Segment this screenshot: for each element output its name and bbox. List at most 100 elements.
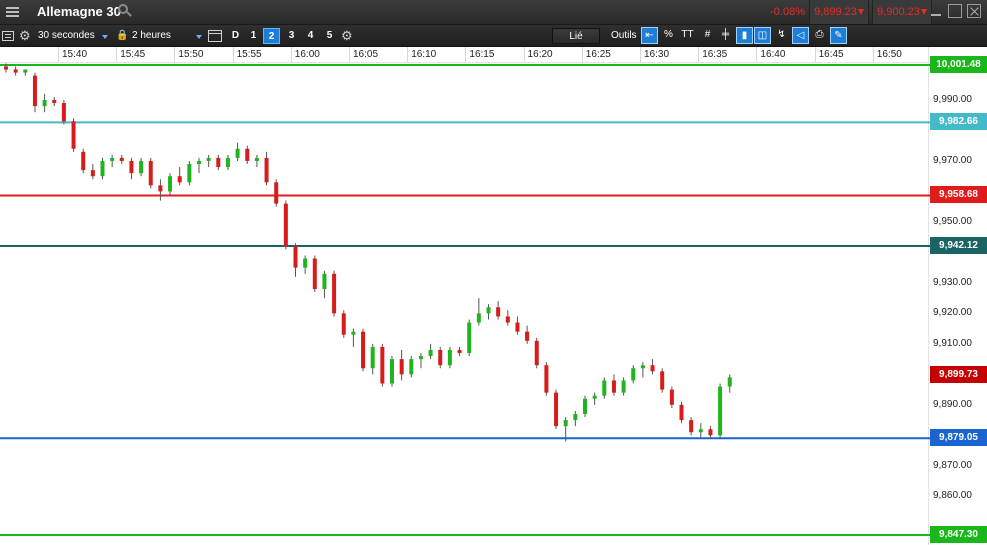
print-icon[interactable]: ⎙ — [811, 27, 828, 44]
page-button-5[interactable]: 5 — [321, 28, 338, 44]
candle-body — [631, 368, 636, 381]
calendar-icon[interactable] — [208, 30, 222, 42]
period-day-button[interactable]: D — [227, 28, 244, 44]
label-icon[interactable]: ◁ — [792, 27, 809, 44]
candle-body — [660, 371, 665, 390]
lock-icon[interactable]: 🔒 — [116, 28, 128, 44]
page-button-1[interactable]: 1 — [245, 28, 262, 44]
price-level-tag[interactable]: 9,899.73 — [930, 366, 987, 384]
price-level-tag[interactable]: 10,001.48 — [930, 56, 987, 73]
time-gridline — [407, 47, 409, 62]
buy-price-button[interactable]: 9,900.23 — [872, 0, 932, 24]
candle-body — [727, 377, 732, 387]
chevron-down-icon — [196, 35, 202, 39]
candle-body — [457, 349, 462, 354]
time-tick-label: 16:35 — [702, 49, 728, 60]
text-tool-button[interactable]: TT — [679, 27, 696, 44]
hamburger-menu-icon[interactable] — [3, 3, 22, 21]
time-gridline — [232, 47, 234, 62]
percent-button[interactable]: % — [660, 27, 677, 44]
change-percent: -0.08% — [770, 6, 805, 18]
time-gridline — [523, 47, 525, 62]
minimize-icon[interactable] — [929, 4, 943, 18]
sell-price-button[interactable]: 9,899.23 — [809, 0, 869, 24]
candle-body — [129, 160, 134, 174]
candle-body — [698, 429, 703, 433]
candlestick-icon[interactable]: ▮ — [736, 27, 753, 44]
candlestick-chart[interactable] — [0, 63, 987, 545]
time-gridline — [290, 47, 292, 62]
time-tick-label: 16:05 — [353, 49, 379, 60]
search-icon[interactable] — [118, 4, 132, 18]
candle-body — [168, 176, 173, 192]
price-level-tag[interactable]: 9,879.05 — [930, 429, 987, 447]
candle-body — [438, 349, 443, 366]
candle-body — [592, 395, 597, 399]
time-tick-label: 16:00 — [294, 49, 320, 60]
page-button-4[interactable]: 4 — [302, 28, 319, 44]
page-button-2[interactable]: 2 — [263, 28, 280, 44]
time-tick-label: 15:50 — [178, 49, 204, 60]
buy-price: 9,900.23 — [877, 6, 920, 18]
indicators-icon[interactable]: ↯ — [773, 27, 790, 44]
arrow-down-icon — [857, 9, 864, 16]
range-value: 2 heures — [132, 30, 171, 41]
candle-body — [52, 99, 57, 104]
linked-button[interactable]: Lié — [552, 28, 600, 44]
draw-lines-icon[interactable]: ╪ — [717, 27, 734, 44]
candle-body — [496, 307, 501, 317]
compare-icon[interactable]: ◫ — [754, 27, 771, 44]
price-tick-label: 9,970.00 — [933, 154, 972, 166]
candle-body — [505, 316, 510, 323]
candle-body — [708, 429, 713, 436]
candle-body — [689, 420, 694, 433]
maximize-icon[interactable] — [948, 4, 962, 18]
instrument-title: Allemagne 30 — [37, 4, 121, 19]
sell-price: 9,899.23 — [814, 6, 857, 18]
time-gridline — [581, 47, 583, 62]
range-select[interactable]: 2 heures — [132, 28, 204, 44]
price-level-tag[interactable]: 9,982.66 — [930, 113, 987, 131]
crosshair-mode-icon[interactable]: ⇤ — [641, 27, 658, 44]
candle-body — [351, 331, 356, 335]
time-gridline — [814, 47, 816, 62]
candle-body — [303, 258, 308, 268]
time-tick-label: 16:50 — [876, 49, 902, 60]
title-bar: Allemagne 30 -0.08% 9,899.23 9,900.23 — [0, 0, 987, 25]
candle-body — [544, 365, 549, 393]
chart-settings-gear-icon[interactable]: ⚙ — [341, 28, 355, 44]
candle-body — [42, 99, 47, 107]
candle-body — [370, 346, 375, 369]
candle-body — [32, 75, 37, 107]
price-level-tag[interactable]: 9,942.12 — [930, 236, 987, 254]
list-icon[interactable] — [2, 31, 14, 41]
close-icon[interactable] — [967, 4, 981, 18]
candle-body — [81, 151, 86, 171]
tools-label: Outils — [611, 30, 637, 41]
time-gridline — [698, 47, 700, 62]
candle-body — [148, 160, 153, 186]
chart-config-icon[interactable]: ✎ — [830, 27, 847, 44]
price-tick-label: 9,950.00 — [933, 215, 972, 227]
candle-body — [71, 121, 76, 149]
time-gridline — [58, 47, 59, 62]
candle-body — [418, 356, 423, 360]
candle-body — [293, 246, 298, 268]
page-button-3[interactable]: 3 — [283, 28, 300, 44]
time-tick-label: 16:40 — [760, 49, 786, 60]
candle-body — [100, 160, 105, 177]
candle-body — [158, 185, 163, 192]
price-tick-label: 9,930.00 — [933, 276, 972, 288]
candle-body — [312, 258, 317, 289]
grid-icon[interactable]: # — [699, 27, 716, 44]
candle-body — [486, 307, 491, 314]
interval-select[interactable]: 30 secondes — [38, 28, 110, 44]
settings-gear-icon[interactable]: ⚙ — [19, 28, 33, 44]
price-level-tag[interactable]: 9,847.30 — [930, 526, 987, 543]
price-level-tag[interactable]: 9,958.68 — [930, 186, 987, 204]
time-gridline — [756, 47, 758, 62]
candle-body — [216, 157, 221, 168]
time-tick-label: 16:10 — [411, 49, 437, 60]
candle-body — [476, 313, 481, 323]
time-tick-label: 16:25 — [585, 49, 611, 60]
